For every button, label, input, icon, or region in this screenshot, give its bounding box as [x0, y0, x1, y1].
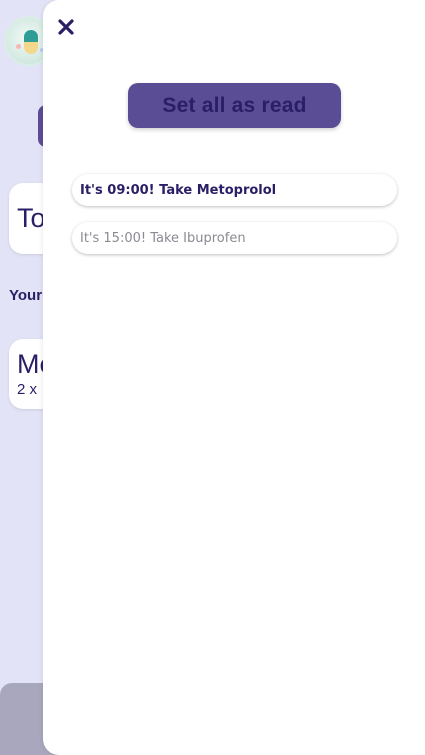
- notifications-drawer: Set all as read It's 09:00! Take Metopro…: [43, 0, 425, 755]
- notification-item[interactable]: It's 09:00! Take Metoprolol: [72, 174, 397, 206]
- today-card-title: To: [17, 203, 46, 233]
- section-heading: Your: [9, 287, 43, 304]
- set-all-read-button[interactable]: Set all as read: [128, 83, 341, 128]
- medication-dose: 2 x: [17, 381, 38, 398]
- pill-bottle-icon: [24, 30, 38, 54]
- notification-item[interactable]: It's 15:00! Take Ibuprofen: [72, 222, 397, 254]
- close-icon: [58, 19, 74, 35]
- close-button[interactable]: [54, 14, 78, 40]
- notification-list: It's 09:00! Take Metoprolol It's 15:00! …: [72, 174, 397, 270]
- logo-decoration: [16, 44, 21, 49]
